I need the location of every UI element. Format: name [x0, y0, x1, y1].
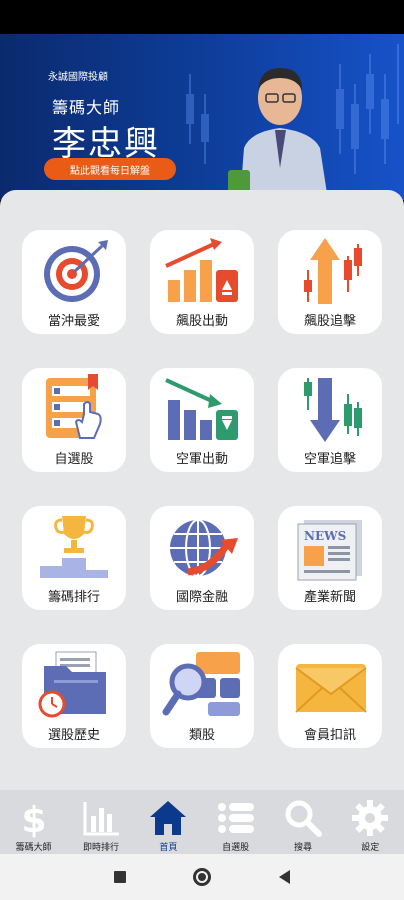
tile-label: 國際金融 [175, 590, 228, 605]
falling-bars-icon [165, 378, 238, 440]
list-icon [217, 803, 254, 833]
promo-banner[interactable]: 永誠國際投顧 籌碼大師 李忠興 點此觀看每日解盤 [0, 34, 404, 200]
nav-label: 首頁 [159, 843, 178, 853]
system-navigation-bar [0, 854, 404, 900]
search-icon [285, 800, 322, 837]
tile-label: 選股歷史 [47, 728, 100, 743]
history-folder-icon [38, 651, 106, 718]
nav-label: 即時排行 [82, 843, 119, 853]
tile-label: 空軍出動 [175, 452, 228, 467]
recents-button[interactable] [113, 871, 126, 883]
tile-chip-ranking[interactable]: 籌碼排行 [22, 506, 126, 610]
tile-day-trade-favorites[interactable]: 當沖最愛 [22, 230, 126, 334]
bar-chart-icon [83, 802, 119, 836]
tile-hot-stocks[interactable]: 飆股出動 [150, 230, 254, 334]
home-button[interactable] [193, 868, 212, 886]
tile-watchlist[interactable]: 自選股 [22, 368, 126, 472]
globe-icon [170, 519, 238, 577]
presenter-photo [228, 68, 328, 200]
tile-label: 自選股 [54, 452, 94, 467]
target-icon [44, 240, 108, 302]
nav-label: 自選股 [222, 843, 250, 853]
nav-settings[interactable]: 設定 [337, 790, 404, 854]
envelope-icon [295, 664, 367, 713]
tile-label: 產業新聞 [303, 590, 356, 605]
company-name: 永誠國際投顧 [48, 72, 108, 83]
tile-industry-news[interactable]: NEWS 產業新聞 [278, 506, 382, 610]
home-button-dot [198, 873, 207, 881]
menu-panel: 當沖最愛 飆股出動 飆股追擊 自選股 空軍出動 空軍追擊 籌碼排行 國際金融 N… [0, 190, 404, 790]
tile-international-finance[interactable]: 國際金融 [150, 506, 254, 610]
tile-sector-stocks[interactable]: 類股 [150, 644, 254, 748]
nav-search[interactable]: 搜尋 [269, 790, 336, 854]
up-arrow-candles-icon [304, 238, 362, 304]
tile-short-sellers[interactable]: 空軍出動 [150, 368, 254, 472]
tile-member-messages[interactable]: 會員扣訊 [278, 644, 382, 748]
nav-label: 設定 [361, 843, 380, 853]
tile-label: 籌碼排行 [47, 590, 100, 605]
nav-realtime-ranking[interactable]: 即時排行 [67, 790, 134, 854]
home-icon [150, 801, 187, 835]
watch-analysis-button[interactable]: 點此觀看每日解盤 [44, 158, 176, 180]
tile-label: 飆股追擊 [303, 314, 356, 329]
nav-label: 籌碼大師 [15, 843, 52, 853]
down-arrow-candles-icon [304, 378, 362, 442]
gear-icon [352, 800, 389, 836]
nav-home[interactable]: 首頁 [135, 790, 202, 854]
bottom-navigation: $ 籌碼大師 即時排行 首頁 自選股 搜尋 設定 [0, 790, 404, 854]
nav-watchlist[interactable]: 自選股 [202, 790, 269, 854]
checklist-icon [46, 374, 102, 439]
tile-hot-stock-chase[interactable]: 飆股追擊 [278, 230, 382, 334]
tile-label: 飆股出動 [175, 314, 228, 329]
newspaper-icon: NEWS [297, 520, 362, 581]
magnifier-cards-icon [162, 652, 240, 716]
tile-picking-history[interactable]: 選股歷史 [22, 644, 126, 748]
svg-text:$: $ [21, 800, 46, 838]
dollar-icon: $ [21, 800, 46, 838]
banner-subtitle: 籌碼大師 [52, 98, 121, 117]
tile-short-chase[interactable]: 空軍追擊 [278, 368, 382, 472]
tile-label: 會員扣訊 [303, 728, 356, 743]
nav-chip-master[interactable]: $ 籌碼大師 [0, 790, 67, 854]
svg-text:NEWS: NEWS [304, 529, 346, 543]
trophy-icon [40, 516, 108, 578]
back-button[interactable] [279, 870, 291, 884]
nav-label: 搜尋 [293, 843, 312, 853]
status-bar [0, 0, 404, 34]
tile-label: 類股 [188, 728, 215, 743]
rising-bars-icon [165, 238, 238, 302]
tile-label: 空軍追擊 [303, 452, 356, 467]
tile-label: 當沖最愛 [47, 314, 100, 329]
